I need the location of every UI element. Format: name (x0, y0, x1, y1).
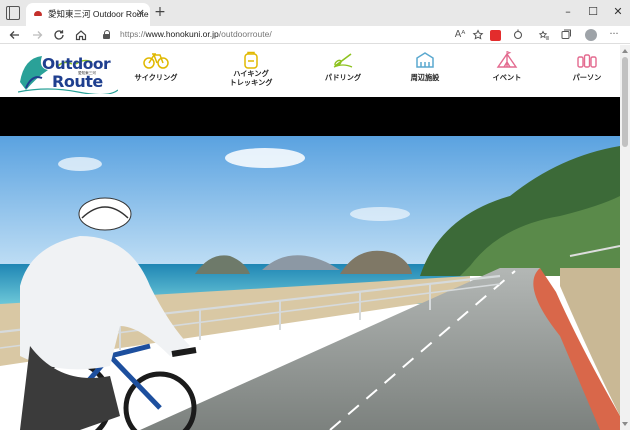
scroll-up-icon[interactable] (622, 49, 628, 53)
nav-label-person: パーソン (572, 73, 602, 82)
profile-avatar-icon[interactable] (585, 29, 597, 41)
favorite-star-icon[interactable] (470, 26, 486, 44)
scroll-down-icon[interactable] (622, 422, 628, 426)
favorites-icon[interactable] (536, 26, 552, 44)
page-scrollbar[interactable] (620, 45, 630, 430)
tab-actions-icon[interactable] (6, 6, 20, 20)
back-icon[interactable] (6, 26, 24, 44)
nav-label-events: イベント (492, 73, 522, 82)
browser-tab-bar: 愛知東三河 Outdoor Route × + – ☐ ✕ (0, 0, 630, 26)
hero-image (0, 136, 620, 430)
home-icon[interactable] (72, 26, 90, 44)
backpack-icon (244, 51, 258, 69)
nav-item-paddling[interactable]: パドリング (318, 45, 368, 97)
people-icon (577, 54, 597, 68)
site-logo[interactable]: Outdoor Route 愛知東三河 (18, 48, 118, 94)
nav-label-hiking: ハイキング (233, 69, 269, 78)
url-text: https://www.honokuni.or.jp/outdoorroute/ (120, 29, 272, 39)
close-tab-icon[interactable]: × (136, 6, 145, 20)
new-tab-button[interactable]: + (152, 3, 168, 21)
collections-icon[interactable] (558, 26, 574, 44)
address-bar[interactable]: https://www.honokuni.or.jp/outdoorroute/ (100, 27, 450, 43)
nav-item-events[interactable]: イベント (482, 45, 532, 97)
logo-text-outdoor: Outdoor (42, 55, 111, 73)
site-favicon-icon (34, 10, 42, 18)
nav-item-cycling[interactable]: サイクリング (126, 45, 186, 97)
refresh-icon[interactable] (50, 26, 68, 44)
paddle-icon (333, 53, 353, 68)
extension-icon[interactable] (510, 26, 526, 44)
minimize-window-button[interactable]: – (558, 3, 578, 21)
scrollbar-thumb[interactable] (622, 57, 628, 147)
bicycle-icon (143, 53, 169, 69)
browser-tab[interactable]: 愛知東三河 Outdoor Route × (26, 3, 150, 26)
browser-toolbar: https://www.honokuni.or.jp/outdoorroute/… (0, 26, 630, 44)
lock-icon (103, 30, 111, 40)
logo-subtitle: 愛知東三河 (78, 71, 96, 75)
site-header: Outdoor Route 愛知東三河 サイクリング ハイキング トレッキング … (0, 45, 620, 97)
hero-cycling-scene (0, 136, 620, 430)
nav-item-facilities[interactable]: 周辺施設 (400, 45, 450, 97)
building-icon (416, 52, 434, 68)
adblock-extension-icon[interactable] (490, 30, 501, 41)
hero-top-band (0, 97, 620, 136)
maximize-window-button[interactable]: ☐ (583, 3, 603, 21)
nav-label-paddling: パドリング (324, 73, 362, 82)
nav-label-trekking: トレッキング (229, 78, 273, 87)
close-window-button[interactable]: ✕ (608, 3, 628, 21)
more-menu-icon[interactable]: ··· (606, 26, 622, 44)
read-aloud-icon[interactable]: Aᴬ (452, 26, 468, 44)
nav-label-cycling: サイクリング (134, 73, 178, 82)
nav-label-facilities: 周辺施設 (410, 73, 440, 82)
forward-icon[interactable] (28, 26, 46, 44)
tab-title: 愛知東三河 Outdoor Route (48, 9, 149, 19)
tent-icon (496, 51, 518, 68)
nav-item-person[interactable]: パーソン (562, 45, 612, 97)
nav-item-hiking[interactable]: ハイキング トレッキング (220, 45, 282, 97)
